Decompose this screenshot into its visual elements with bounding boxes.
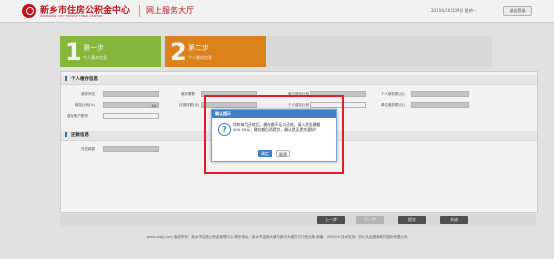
confirm-dialog: 确认提示 ? 贷款每月还款后，缴存额不足以还款，请入资金缴额400.00元，缴存… xyxy=(211,109,337,162)
dialog-ok-button[interactable]: 确定 xyxy=(258,150,272,157)
dialog-message: 贷款每月还款后，缴存额不足以还款，请入资金缴额400.00元，缴存额后再提交，确… xyxy=(233,122,321,132)
question-icon: ? xyxy=(218,123,231,136)
dialog-title: 确认提示 xyxy=(212,110,336,118)
dialog-cancel-button[interactable]: 取消 xyxy=(276,150,290,157)
